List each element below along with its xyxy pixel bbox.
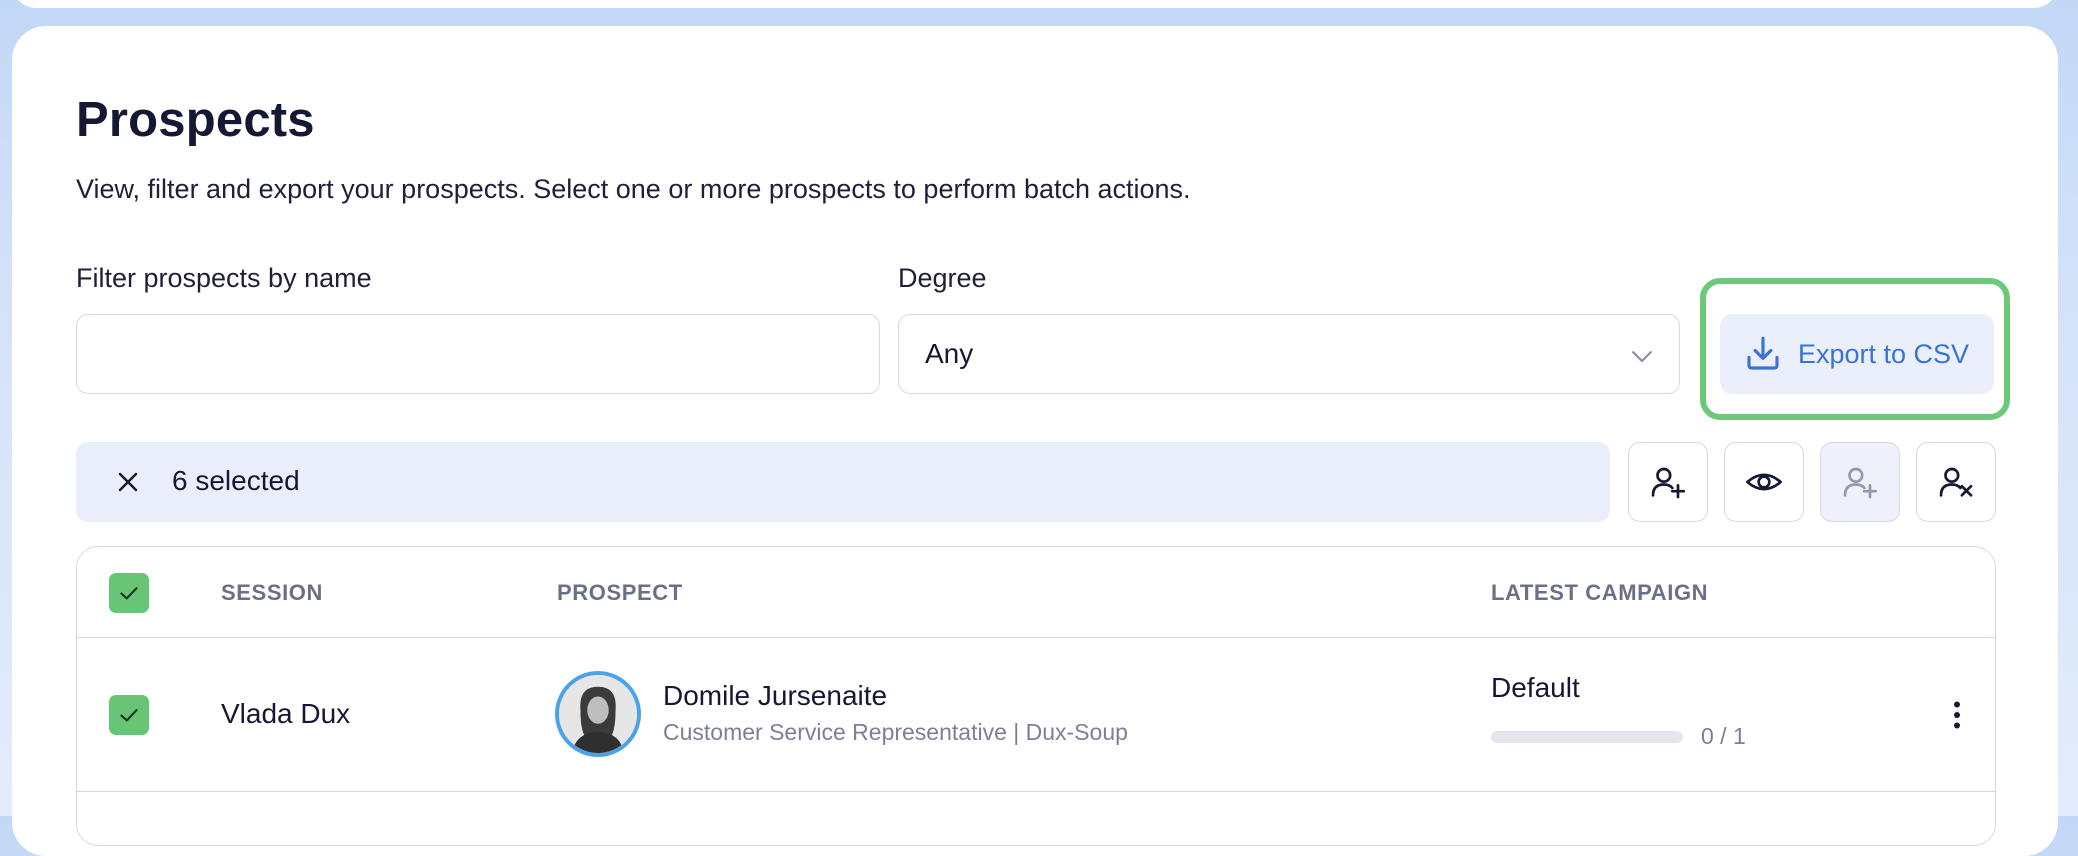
row-menu-button[interactable] <box>1937 695 1977 735</box>
eye-icon <box>1746 473 1782 491</box>
remove-prospect-button[interactable] <box>1916 442 1996 522</box>
row-checkbox[interactable] <box>109 695 149 735</box>
connect-prospect-button[interactable] <box>1820 442 1900 522</box>
add-prospect-button[interactable] <box>1628 442 1708 522</box>
export-csv-button[interactable]: Export to CSV <box>1720 314 1994 394</box>
campaign-progress-text: 0 / 1 <box>1701 723 1746 749</box>
chevron-down-icon <box>1632 351 1652 363</box>
degree-select-value: Any <box>925 338 974 369</box>
page-subtitle: View, filter and export your prospects. … <box>76 174 1191 204</box>
user-plus-icon <box>1651 467 1686 499</box>
column-header-session: SESSION <box>221 580 324 605</box>
close-icon[interactable] <box>112 466 144 498</box>
download-icon <box>1747 336 1779 370</box>
prospect-title: Customer Service Representative | Dux-So… <box>663 719 1128 745</box>
top-card <box>12 0 2058 8</box>
user-remove-icon <box>1939 467 1973 497</box>
user-plus-icon <box>1843 467 1878 499</box>
column-header-latest-campaign: LATEST CAMPAIGN <box>1491 580 1709 605</box>
row-divider <box>77 791 1995 792</box>
avatar[interactable] <box>555 671 641 757</box>
export-csv-label: Export to CSV <box>1798 339 1970 369</box>
prospect-name[interactable]: Domile Jursenaite <box>663 679 887 713</box>
campaign-name: Default <box>1491 672 1580 703</box>
page-title: Prospects <box>76 93 315 147</box>
header-divider <box>77 637 1995 638</box>
name-filter-label: Filter prospects by name <box>76 263 372 293</box>
name-filter-input[interactable] <box>76 314 880 394</box>
session-name: Vlada Dux <box>221 698 351 729</box>
degree-label: Degree <box>898 263 987 293</box>
selection-bar: 6 selected <box>76 442 1610 522</box>
column-header-prospect: PROSPECT <box>557 580 683 605</box>
check-icon <box>120 709 138 722</box>
select-all-checkbox[interactable] <box>109 573 149 613</box>
avatar-photo-icon <box>559 675 637 753</box>
selection-count: 6 selected <box>172 465 300 496</box>
degree-select[interactable]: Any <box>898 314 1680 394</box>
more-vertical-icon <box>1954 701 1960 729</box>
campaign-progress-bar <box>1491 731 1683 743</box>
view-prospect-button[interactable] <box>1724 442 1804 522</box>
prospects-table: SESSION PROSPECT LATEST CAMPAIGN Vlada D… <box>76 546 1996 846</box>
check-icon <box>120 587 138 600</box>
